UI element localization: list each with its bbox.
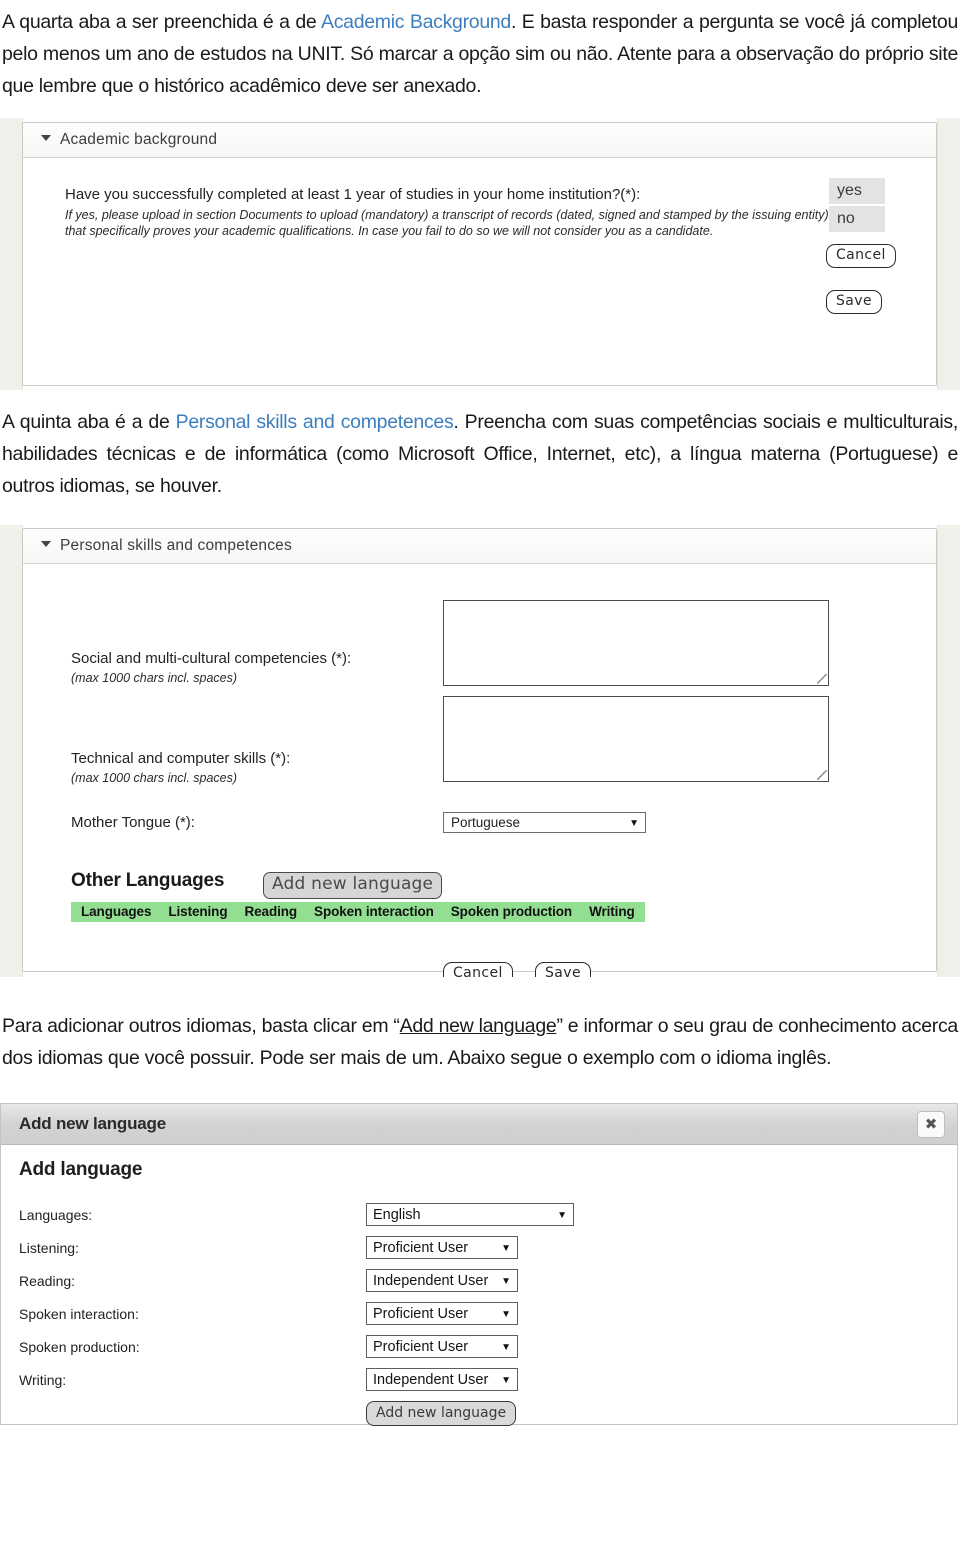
academic-option-no[interactable]: no	[829, 206, 885, 232]
paragraph-text-before: A quarta aba a ser preenchida é a de	[2, 11, 322, 33]
personal-skills-screenshot: Personal skills and competences Social a…	[0, 525, 960, 977]
spoken-interaction-select[interactable]: Proficient User ▼	[366, 1302, 518, 1325]
chevron-down-icon: ▼	[501, 1243, 511, 1254]
personal-skills-cancel-button[interactable]: Cancel	[443, 962, 513, 977]
mother-tongue-value: Portuguese	[451, 815, 521, 830]
dialog-heading: Add language	[19, 1159, 143, 1180]
add-new-language-mention: Add new language	[399, 1015, 557, 1037]
technical-skills-label: Technical and computer skills (*): (max …	[71, 750, 290, 787]
languages-select[interactable]: English ▼	[366, 1203, 574, 1226]
listening-select-value: Proficient User	[373, 1240, 469, 1256]
academic-background-screenshot: Academic background Have you successfull…	[0, 118, 960, 390]
field-label-writing: Writing:	[19, 1372, 67, 1388]
personal-skills-panel-title: Personal skills and competences	[60, 537, 292, 554]
personal-skills-link[interactable]: Personal skills and competences	[176, 411, 454, 433]
intro-paragraph-add-language: Para adicionar outros idiomas, basta cli…	[0, 998, 960, 1080]
social-competencies-textarea[interactable]	[443, 600, 829, 686]
page-gutter-left	[0, 525, 23, 977]
chevron-down-icon: ▼	[501, 1342, 511, 1353]
field-label-listening: Listening:	[19, 1240, 79, 1256]
intro-paragraph-personal-skills: A quinta aba é a de Personal skills and …	[0, 396, 960, 510]
academic-question-note: If yes, please upload in section Documen…	[65, 208, 829, 238]
social-competencies-hint: (max 1000 chars incl. spaces)	[71, 671, 238, 685]
social-competencies-label: Social and multi-cultural competencies (…	[71, 650, 351, 687]
caret-down-icon[interactable]	[41, 135, 51, 141]
spoken-production-select[interactable]: Proficient User ▼	[366, 1335, 518, 1358]
paragraph-text-before: Para adicionar outros idiomas, basta cli…	[2, 1015, 400, 1037]
page-gutter-left	[0, 118, 23, 390]
column-header-listening: Listening	[168, 904, 228, 919]
chevron-down-icon: ▼	[501, 1276, 511, 1287]
technical-skills-hint: (max 1000 chars incl. spaces)	[71, 771, 238, 785]
chevron-down-icon: ▼	[557, 1210, 567, 1221]
chevron-down-icon: ▼	[629, 818, 639, 829]
other-languages-title: Other Languages	[71, 870, 225, 891]
page-gutter-right	[937, 118, 960, 390]
column-header-languages: Languages	[81, 904, 152, 919]
field-label-reading: Reading:	[19, 1273, 76, 1289]
academic-background-panel-header[interactable]: Academic background	[23, 123, 936, 158]
column-header-reading: Reading	[244, 904, 298, 919]
column-header-spoken-production: Spoken production	[450, 904, 573, 919]
intro-paragraph-academic: A quarta aba a ser preenchida é a de Aca…	[0, 0, 960, 102]
column-header-spoken-interaction: Spoken interaction	[314, 904, 434, 919]
academic-background-panel: Academic background Have you successfull…	[22, 122, 937, 386]
page-gutter-right	[937, 525, 960, 977]
academic-save-button[interactable]: Save	[826, 290, 882, 314]
dialog-titlebar: Add new language ✖	[1, 1104, 957, 1145]
writing-select[interactable]: Independent User ▼	[366, 1368, 518, 1391]
mother-tongue-select[interactable]: Portuguese ▼	[443, 812, 646, 833]
field-label-spoken-production: Spoken production:	[19, 1339, 140, 1355]
spoken-interaction-select-value: Proficient User	[373, 1306, 469, 1322]
personal-skills-panel: Personal skills and competences Social a…	[22, 528, 937, 977]
academic-question-label: Have you successfully completed at least…	[65, 186, 641, 203]
personal-skills-save-button[interactable]: Save	[535, 962, 591, 977]
caret-down-icon[interactable]	[41, 541, 51, 547]
add-new-language-button[interactable]: Add new language	[263, 872, 443, 899]
spoken-production-select-value: Proficient User	[373, 1339, 469, 1355]
field-label-languages: Languages:	[19, 1207, 93, 1223]
personal-skills-panel-header[interactable]: Personal skills and competences	[23, 529, 936, 564]
reading-select[interactable]: Independent User ▼	[366, 1269, 518, 1292]
column-header-writing: Writing	[589, 904, 635, 919]
paragraph-text-before: A quinta aba é a de	[2, 411, 176, 433]
social-competencies-label-text: Social and multi-cultural competencies (…	[71, 650, 352, 667]
writing-select-value: Independent User	[373, 1372, 489, 1388]
dialog-title: Add new language	[19, 1114, 166, 1133]
technical-skills-label-text: Technical and computer skills (*):	[71, 750, 291, 767]
academic-option-yes[interactable]: yes	[829, 178, 885, 204]
languages-table-header: Languages Listening Reading Spoken interact…	[71, 902, 645, 922]
mother-tongue-label: Mother Tongue (*):	[71, 814, 195, 831]
dialog-add-new-language-button[interactable]: Add new language	[366, 1401, 517, 1426]
academic-cancel-button[interactable]: Cancel	[826, 244, 896, 268]
listening-select[interactable]: Proficient User ▼	[366, 1236, 518, 1259]
academic-background-panel-title: Academic background	[60, 131, 218, 148]
add-new-language-dialog: Add new language ✖ Add language Language…	[0, 1103, 958, 1426]
reading-select-value: Independent User	[373, 1273, 489, 1289]
add-new-language-screenshot: Add new language ✖ Add language Language…	[0, 1100, 960, 1430]
academic-answer-options: yes no	[829, 178, 885, 234]
field-label-spoken-interaction: Spoken interaction:	[19, 1306, 139, 1322]
chevron-down-icon: ▼	[501, 1309, 511, 1320]
academic-background-link[interactable]: Academic Background	[321, 11, 511, 33]
technical-skills-textarea[interactable]	[443, 696, 829, 782]
languages-select-value: English	[373, 1207, 421, 1223]
close-icon[interactable]: ✖	[917, 1111, 945, 1138]
chevron-down-icon: ▼	[501, 1375, 511, 1386]
